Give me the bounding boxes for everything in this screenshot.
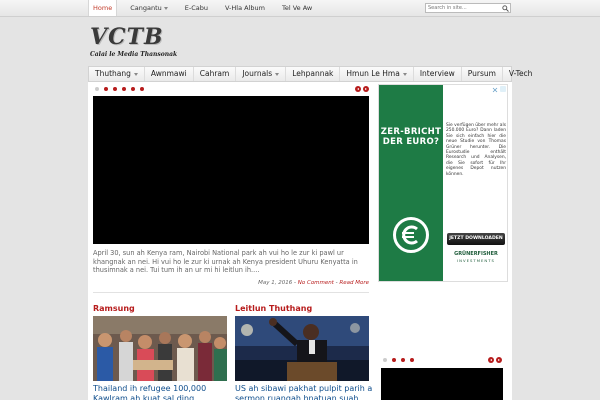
ad-download-button[interactable]: JETZT DOWNLOADEN (447, 233, 505, 245)
nav-journals[interactable]: Journals (236, 67, 287, 81)
nav-awnmawi[interactable]: Awnmawi (145, 67, 194, 81)
nav-interview[interactable]: Interview (414, 67, 462, 81)
category-title-ramsung[interactable]: Ramsung (93, 304, 135, 313)
post-thumbnail-refugees[interactable] (93, 316, 227, 381)
nav-cahram[interactable]: Cahram (194, 67, 237, 81)
next-arrow-icon[interactable] (496, 357, 502, 363)
chevron-down-icon (133, 72, 138, 76)
post-meta: May 1, 2016 - No Comment - Read More (258, 280, 369, 286)
post-title-link[interactable]: Thailand ih refugee 100,000 Kawlram ah k… (93, 384, 229, 400)
comments-link[interactable]: No Comment (298, 280, 334, 286)
side-video[interactable] (381, 368, 503, 400)
side-slider-arrows (488, 357, 502, 363)
category-title-leitlun-thuthang[interactable]: Leitlun Thuthang (235, 304, 312, 313)
content-area: April 30, sun ah Kenya ram, Nairobi Nati… (88, 82, 512, 400)
ad-close-icon[interactable] (492, 86, 498, 93)
prev-arrow-icon[interactable] (488, 357, 494, 363)
slider-dot[interactable] (392, 358, 396, 362)
nav-v-tech[interactable]: V-Tech (503, 67, 539, 81)
ad-choices-icon[interactable] (500, 86, 506, 92)
logo-title: VCTB (90, 24, 164, 50)
slider-dot[interactable] (410, 358, 414, 362)
post-date: May 1, 2016 (258, 280, 293, 286)
side-slider-pagination (383, 358, 414, 362)
top-nav: Home Cangantu E-Cabu V-Hla Album Tel Ve … (88, 0, 325, 16)
read-more-link[interactable]: Read More (339, 280, 369, 286)
chevron-down-icon (275, 72, 280, 76)
slider-arrows (355, 86, 369, 92)
slider-dot[interactable] (104, 87, 108, 91)
site-logo[interactable]: VCTB Calai le Media Thansonak (88, 24, 178, 64)
ad-body-text: Sie verfügen über mehr als 250.000 Euro?… (446, 123, 506, 177)
slider-dot[interactable] (140, 87, 144, 91)
slider-dot[interactable] (383, 358, 387, 362)
nav-hmun-le-hma[interactable]: Hmun Le Hma (340, 67, 414, 81)
main-nav: Thuthang Awnmawi Cahram Journals Lehpann… (88, 66, 532, 82)
top-bar: Home Cangantu E-Cabu V-Hla Album Tel Ve … (0, 0, 600, 17)
slider-dot[interactable] (122, 87, 126, 91)
slider-dot[interactable] (95, 87, 99, 91)
slider-dot[interactable] (401, 358, 405, 362)
ad-headline: ZER-BRICHT DER EURO? (380, 127, 442, 147)
post-thumbnail-pastor[interactable] (235, 316, 369, 381)
advertisement[interactable]: ZER-BRICHT DER EURO? Sie verfügen über m… (378, 84, 508, 282)
topnav-v-hla-album[interactable]: V-Hla Album (221, 0, 269, 16)
slider-dot[interactable] (113, 87, 117, 91)
chevron-down-icon (163, 6, 168, 10)
slider-dot[interactable] (131, 87, 135, 91)
ad-brand-sub: INVESTMENTS (457, 258, 495, 263)
next-arrow-icon[interactable] (363, 86, 369, 92)
featured-excerpt: April 30, sun ah Kenya ram, Nairobi Nati… (93, 249, 358, 275)
search-box (425, 3, 511, 13)
topnav-e-cabu[interactable]: E-Cabu (181, 0, 212, 16)
topnav-tel-ve-aw[interactable]: Tel Ve Aw (278, 0, 316, 16)
divider (93, 292, 369, 293)
nav-thuthang[interactable]: Thuthang (89, 67, 145, 81)
post-title-link[interactable]: US ah sibawi pakhat pulpit parih a sermo… (235, 384, 373, 400)
chevron-down-icon (402, 72, 407, 76)
slider-pagination (95, 87, 144, 91)
nav-pursum[interactable]: Pursum (462, 67, 503, 81)
search-icon[interactable] (501, 4, 510, 12)
euro-icon (393, 217, 429, 253)
ad-brand: GRÜNERFISHER (454, 251, 498, 257)
logo-tagline: Calai le Media Thansonak (90, 51, 178, 58)
nav-lehpannak[interactable]: Lehpannak (286, 67, 341, 81)
topnav-home[interactable]: Home (88, 0, 118, 16)
featured-video[interactable] (93, 96, 369, 244)
topnav-cangantu[interactable]: Cangantu (126, 0, 172, 16)
search-input[interactable] (426, 4, 502, 12)
prev-arrow-icon[interactable] (355, 86, 361, 92)
